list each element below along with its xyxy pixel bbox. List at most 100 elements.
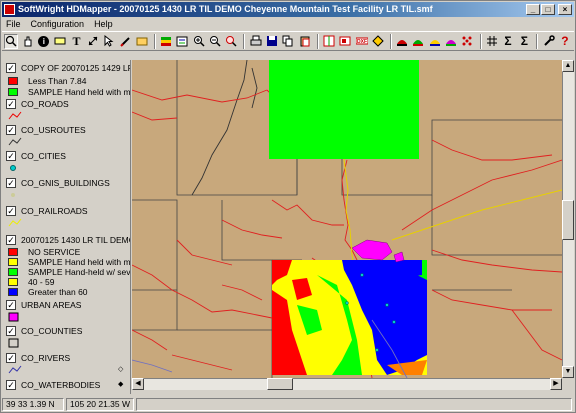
sum-partial-icon[interactable]: Σ: [517, 34, 531, 49]
layer-name: CO_USROUTES: [21, 125, 86, 135]
zoom-full-icon[interactable]: [224, 34, 238, 49]
menu-configuration[interactable]: Configuration: [31, 19, 85, 29]
legend-entry: Greater than 60: [8, 287, 88, 297]
info-glyph: i: [38, 35, 50, 47]
copy-icon[interactable]: [281, 34, 295, 49]
building-symbol-icon: [11, 193, 15, 197]
road-symbol-icon: [8, 111, 22, 120]
grid-points-icon[interactable]: [460, 34, 474, 49]
railroad-symbol-icon: [8, 218, 22, 227]
save-icon[interactable]: [265, 34, 279, 49]
color-c-icon[interactable]: [444, 34, 458, 49]
legend-entry: Less Than 7.84: [8, 76, 86, 86]
layer-name: CO_CITIES: [21, 151, 66, 161]
map-canvas[interactable]: [132, 60, 562, 378]
horizontal-scrollbar[interactable]: ◀ ▶: [132, 378, 562, 390]
menu-bar: File Configuration Help: [2, 17, 574, 31]
close-button[interactable]: ×: [558, 4, 572, 15]
layer-checkbox[interactable]: ✓: [6, 125, 16, 135]
pen-icon[interactable]: [118, 34, 132, 49]
grid-icon[interactable]: [322, 34, 336, 49]
scroll-thumb-v[interactable]: [562, 200, 574, 240]
text-icon[interactable]: T: [69, 34, 83, 49]
drive-test-icon[interactable]: [395, 34, 409, 49]
info-icon[interactable]: i: [37, 34, 51, 49]
legend-entry: 40 - 59: [8, 277, 54, 287]
layer-checkbox[interactable]: ✓: [6, 206, 16, 216]
layer-checkbox[interactable]: ✓: [6, 300, 16, 310]
legend-entry: SAMPLE Hand held with mi: [8, 257, 130, 267]
color-a-icon[interactable]: [411, 34, 425, 49]
help-icon[interactable]: ?: [558, 34, 572, 49]
layer-checkbox[interactable]: ✓: [6, 151, 16, 161]
layer-checkbox[interactable]: ✓: [6, 353, 16, 363]
layer-name: URBAN AREAS: [21, 300, 82, 310]
zoom-box-icon[interactable]: [4, 33, 19, 49]
wrench-icon[interactable]: [541, 34, 555, 49]
region-icon[interactable]: [338, 34, 352, 49]
layer-checkbox[interactable]: ✓: [6, 178, 16, 188]
legend-entry: NO SERVICE: [8, 247, 80, 257]
urban-areas: [351, 239, 405, 263]
railroads: [343, 144, 562, 281]
select-region-icon[interactable]: [135, 34, 149, 49]
menu-file[interactable]: File: [6, 19, 21, 29]
label-icon[interactable]: [53, 34, 67, 49]
sum-icon[interactable]: Σ: [501, 34, 515, 49]
window-title: SoftWright HDMapper - 20070125 1430 LR T…: [18, 4, 433, 14]
color-b-icon[interactable]: [428, 34, 442, 49]
layer-props-icon[interactable]: [175, 34, 189, 49]
layer-checkbox[interactable]: ✓: [6, 235, 16, 245]
zoom-out-icon[interactable]: [208, 34, 222, 49]
expand-diamond-icon[interactable]: ◆: [118, 380, 123, 388]
pointer-icon[interactable]: [102, 34, 116, 49]
print-icon[interactable]: [248, 34, 262, 49]
import-icon[interactable]: [371, 34, 385, 49]
layer-name: 20070125 1430 LR TIL DEMO C: [21, 235, 130, 245]
status-latitude: 39 33 1.39 N: [2, 398, 64, 411]
scroll-right-icon[interactable]: ▶: [550, 378, 562, 390]
layer-checkbox[interactable]: ✓: [6, 326, 16, 336]
maximize-button[interactable]: □: [541, 4, 555, 15]
scroll-thumb-h[interactable]: [267, 378, 293, 390]
layer-name: CO_WATERBODIES: [21, 380, 101, 390]
export-icon[interactable]: DXF: [354, 34, 368, 49]
title-bar: SoftWright HDMapper - 20070125 1430 LR T…: [2, 2, 574, 17]
layer-checkbox[interactable]: ✓: [6, 380, 16, 390]
resize-icon[interactable]: [86, 34, 100, 49]
layer-name: COPY OF 20070125 1429 LR TIL: [21, 63, 130, 73]
menu-help[interactable]: Help: [94, 19, 113, 29]
zoom-in-icon[interactable]: [192, 34, 206, 49]
hand-icon[interactable]: [20, 34, 34, 49]
urban-symbol-icon: [8, 312, 19, 322]
toolbar: i T DXF Σ Σ ?: [2, 31, 574, 51]
minimize-button[interactable]: _: [526, 4, 540, 15]
app-icon: [4, 4, 15, 15]
scroll-down-icon[interactable]: ▼: [562, 366, 574, 378]
scroll-left-icon[interactable]: ◀: [132, 378, 144, 390]
coverage-area-copy: [269, 60, 419, 159]
scroll-up-icon[interactable]: ▲: [562, 60, 574, 72]
city-symbol-icon: [10, 165, 16, 171]
route-symbol-icon: [8, 137, 22, 146]
vertical-scrollbar[interactable]: ▲ ▼: [562, 60, 574, 378]
layer-name: CO_RIVERS: [21, 353, 71, 363]
status-bar: 39 33 1.39 N 105 20 21.35 W: [2, 397, 574, 412]
usroutes: [191, 60, 258, 196]
layers-icon[interactable]: [159, 34, 173, 49]
layer-checkbox[interactable]: ✓: [6, 63, 16, 73]
layer-checkbox[interactable]: ✓: [6, 99, 16, 109]
river-symbol-icon: [8, 365, 22, 374]
status-longitude: 105 20 21.35 W: [66, 398, 134, 411]
legend-panel: ✓ COPY OF 20070125 1429 LR TIL Less Than…: [2, 60, 131, 394]
svg-text:DXF: DXF: [357, 39, 367, 45]
coverage-area-demo: [272, 260, 427, 375]
layer-name: CO_ROADS: [21, 99, 69, 109]
expand-diamond-icon[interactable]: ◇: [118, 365, 123, 373]
legend-entry: SAMPLE Hand-held w/ sev: [8, 267, 130, 277]
paste-icon[interactable]: [297, 34, 311, 49]
gridlines-icon[interactable]: [485, 34, 499, 49]
legend-entry: SAMPLE Hand held with mi: [8, 87, 130, 97]
layer-name: CO_COUNTIES: [21, 326, 83, 336]
layer-name: CO_RAILROADS: [21, 206, 88, 216]
